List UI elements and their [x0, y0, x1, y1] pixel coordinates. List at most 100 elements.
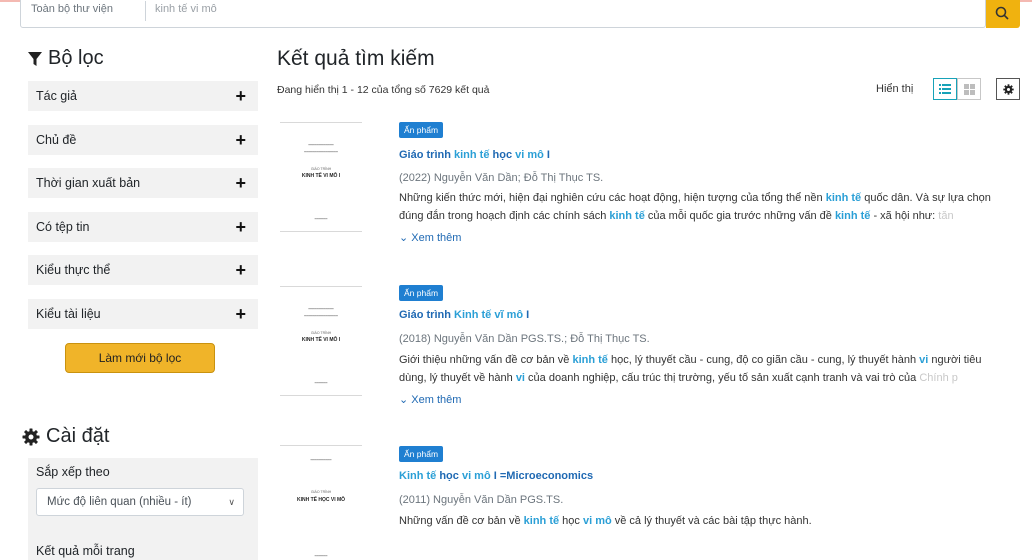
- title-highlight: kinh tế: [454, 149, 490, 161]
- description-line: Giới thiệu những vấn đề cơ bản về kinh t…: [399, 351, 1019, 369]
- plus-icon: +: [235, 260, 246, 280]
- title-highlight: vi mô: [461, 470, 491, 482]
- desc-faded: tăn: [938, 210, 954, 222]
- desc-text: người tiêu: [928, 354, 982, 366]
- view-settings-button[interactable]: [996, 78, 1020, 100]
- settings-heading: Cài đặt: [22, 425, 109, 448]
- book-cover-thumbnail[interactable]: ━━━━━━━━━━ GIÁO TRÌNH KINH TẾ HỌC VI MÔ …: [280, 445, 362, 560]
- description-line: Những vấn đề cơ bản về kinh tế học vi mô…: [399, 512, 1019, 530]
- facet-label: Thời gian xuất bản: [36, 176, 141, 190]
- reset-filters-button[interactable]: Làm mới bộ lọc: [65, 343, 215, 373]
- show-more-label: Xem thêm: [411, 394, 462, 406]
- facet-label: Kiểu thực thể: [36, 263, 111, 277]
- desc-text: - xã hội như:: [870, 210, 939, 222]
- result-description: Những kiến thức mới, hiện đại nghiên cứu…: [399, 189, 1019, 225]
- cover-title: KINH TẾ VI MÔ I: [301, 337, 341, 343]
- desc-text: Những kiến thức mới, hiện đại nghiên cứu…: [399, 192, 826, 204]
- cover-caption: GIÁO TRÌNH: [310, 490, 332, 494]
- view-mode-label: Hiển thị: [876, 83, 914, 95]
- desc-highlight: kinh tế: [523, 515, 560, 527]
- title-text: Giáo trình: [399, 149, 454, 161]
- facet-date[interactable]: Thời gian xuất bản +: [28, 168, 258, 198]
- facet-label: Tác giả: [36, 89, 77, 103]
- desc-text: của doanh nghiệp, cấu trúc thị trường, y…: [525, 372, 920, 384]
- facet-item-type[interactable]: Kiểu tài liệu +: [28, 298, 258, 329]
- sort-select[interactable]: Mức độ liên quan (nhiều - ít) ∨: [36, 488, 244, 516]
- desc-highlight: vi: [919, 354, 929, 366]
- search-input[interactable]: kinh tế vi mô: [155, 3, 217, 15]
- title-text: I =Microeconomics: [490, 470, 594, 482]
- settings-panel: Sắp xếp theo Mức độ liên quan (nhiều - í…: [28, 458, 258, 560]
- show-more-link[interactable]: ⌄ Xem thêm: [399, 231, 461, 244]
- description-line: Những kiến thức mới, hiện đại nghiên cứu…: [399, 189, 1019, 207]
- search-scope-divider: [145, 1, 146, 21]
- search-icon: [995, 6, 1009, 20]
- chevron-down-icon: ∨: [228, 497, 235, 507]
- show-more-label: Xem thêm: [411, 232, 462, 244]
- title-highlight: Kinh tế: [399, 470, 437, 482]
- search-box[interactable]: Toàn bộ thư viện kinh tế vi mô: [20, 0, 986, 28]
- result-meta: (2018) Nguyễn Văn Dần PGS.TS.; Đỗ Thị Th…: [399, 333, 650, 345]
- desc-text: của mỗi quốc gia trước những vấn đề: [644, 210, 835, 222]
- chevron-down-icon: ⌄: [399, 394, 412, 406]
- per-page-label: Kết quả mỗi trang: [36, 544, 135, 558]
- result-title-link[interactable]: Giáo trình Kinh tế vĩ mô I: [399, 309, 529, 321]
- search-button[interactable]: [986, 0, 1020, 28]
- desc-text: về cả lý thuyết và các bài tập thực hành…: [611, 515, 812, 527]
- title-text: học: [489, 149, 516, 161]
- result-meta: (2022) Nguyễn Văn Dần; Đỗ Thị Thục TS.: [399, 172, 604, 184]
- result-description: Những vấn đề cơ bản về kinh tế học vi mô…: [399, 512, 1019, 530]
- plus-icon: +: [235, 86, 246, 106]
- desc-highlight: kinh tế: [825, 192, 862, 204]
- plus-icon: +: [235, 303, 246, 324]
- desc-highlight: vi: [515, 372, 525, 384]
- cover-title: KINH TẾ HỌC VI MÔ: [296, 497, 346, 503]
- desc-text: Giới thiệu những vấn đề cơ bản về: [399, 354, 573, 366]
- list-view-button[interactable]: [933, 78, 957, 100]
- facet-has-file[interactable]: Có tệp tin +: [28, 211, 258, 242]
- chevron-down-icon: ⌄: [399, 232, 412, 244]
- book-cover-thumbnail[interactable]: ━━━━━━━━━━━━ ━━━━━━━━━━━━━━━━ GIÁO TRÌNH…: [280, 286, 362, 396]
- desc-highlight: kinh tế: [834, 210, 871, 222]
- plus-icon: +: [235, 129, 246, 150]
- grid-view-button[interactable]: [957, 78, 981, 100]
- title-highlight: vi mô: [515, 149, 544, 161]
- desc-text: đúng đắn trong hoạch định các chính sách: [399, 210, 610, 222]
- title-highlight: Kinh tế: [454, 309, 492, 321]
- facet-author[interactable]: Tác giả +: [28, 81, 258, 111]
- facet-subject[interactable]: Chủ đề +: [28, 124, 258, 155]
- page-title: Kết quả tìm kiếm: [277, 47, 435, 70]
- result-meta: (2011) Nguyễn Văn Dần PGS.TS.: [399, 494, 564, 506]
- sort-value: Mức độ liên quan (nhiều - ít): [47, 496, 192, 508]
- facet-entity-type[interactable]: Kiểu thực thể +: [28, 255, 258, 285]
- result-title-link[interactable]: Kinh tế học vi mô I =Microeconomics: [399, 470, 593, 482]
- desc-highlight: kinh tế: [572, 354, 608, 366]
- book-cover-thumbnail[interactable]: ━━━━━━━━━━━━ ━━━━━━━━━━━━━━━━ GIÁO TRÌNH…: [280, 122, 362, 232]
- search-scope-select[interactable]: Toàn bộ thư viện: [31, 3, 113, 15]
- title-highlight: vĩ mô: [494, 309, 524, 321]
- desc-text: học, lý thuyết cầu - cung, độ co giãn cầ…: [607, 354, 920, 366]
- facet-label: Chủ đề: [36, 132, 77, 147]
- plus-icon: +: [235, 216, 246, 237]
- desc-text: quốc dân. Và sự lựa chọn: [861, 192, 991, 204]
- settings-title: Cài đặt: [46, 425, 110, 447]
- show-more-link[interactable]: ⌄ Xem thêm: [399, 393, 461, 406]
- filter-heading: Bộ lọc: [28, 47, 104, 70]
- title-text: I: [543, 149, 550, 161]
- description-line: đúng đắn trong hoạch định các chính sách…: [399, 207, 1019, 225]
- desc-highlight: kinh tế: [609, 210, 645, 222]
- cover-title: KINH TẾ VI MÔ I: [301, 173, 341, 179]
- item-type-badge: Ấn phẩm: [399, 285, 444, 301]
- desc-text: học: [559, 515, 583, 527]
- facet-label: Có tệp tin: [36, 219, 90, 234]
- item-type-badge: Ấn phẩm: [399, 446, 444, 462]
- result-description: Giới thiệu những vấn đề cơ bản về kinh t…: [399, 351, 1019, 387]
- desc-text: Những vấn đề cơ bản về: [399, 515, 524, 527]
- desc-highlight: vi mô: [582, 515, 612, 527]
- result-title-link[interactable]: Giáo trình kinh tế học vi mô I: [399, 149, 550, 161]
- grid-icon: [963, 83, 975, 95]
- item-type-badge: Ấn phẩm: [399, 122, 444, 138]
- list-icon: [939, 84, 951, 94]
- title-text: học: [436, 470, 462, 482]
- desc-faded: Chính p: [919, 372, 958, 384]
